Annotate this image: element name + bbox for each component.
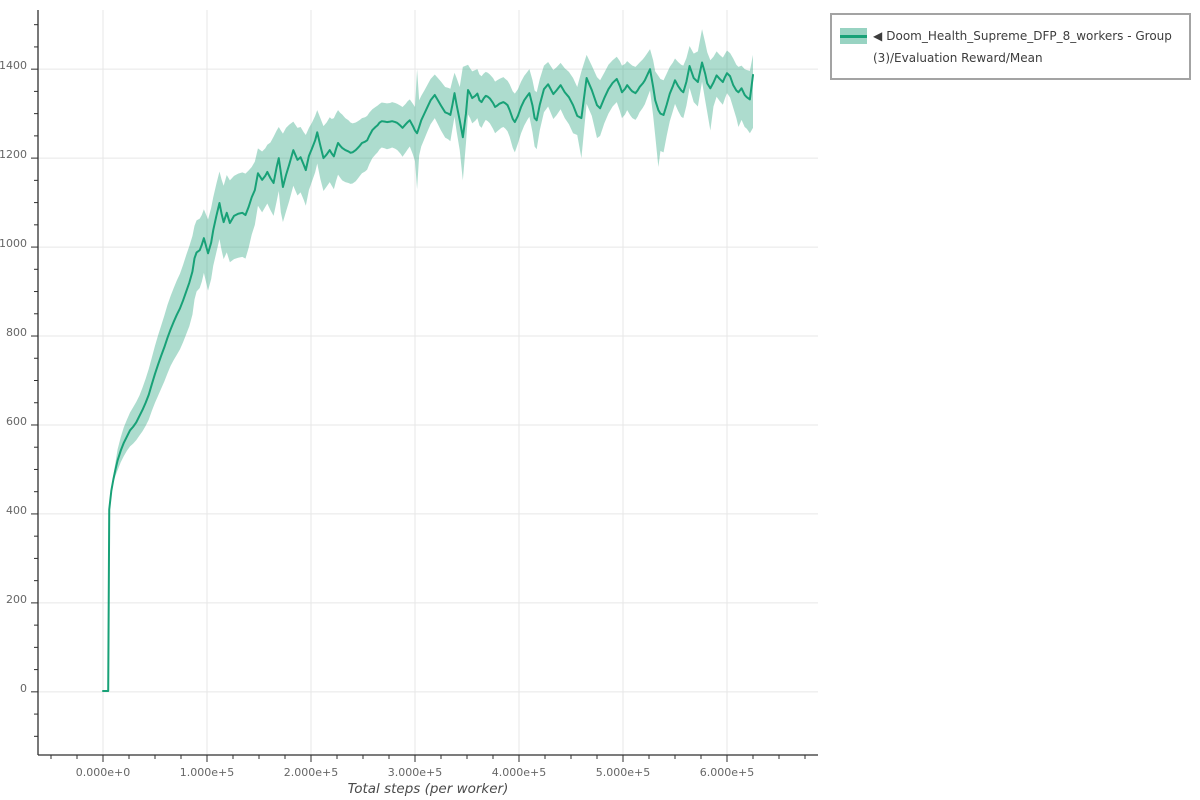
legend-swatch-line-icon	[840, 35, 867, 38]
svg-text:2.000e+5: 2.000e+5	[284, 766, 338, 779]
svg-text:4.000e+5: 4.000e+5	[492, 766, 546, 779]
svg-text:400: 400	[6, 504, 27, 517]
legend-series-name: Doom_Health_Supreme_DFP_8_workers - Grou…	[873, 29, 1172, 65]
chart-page: 0.000e+0 1.000e+5 2.000e+5 3.000e+5 4.000e+5…	[0, 0, 1200, 800]
svg-text:6.000e+5: 6.000e+5	[700, 766, 754, 779]
svg-text:5.000e+5: 5.000e+5	[596, 766, 650, 779]
svg-text:3.000e+5: 3.000e+5	[388, 766, 442, 779]
svg-text:1000: 1000	[0, 237, 27, 250]
legend-series-swatch	[840, 28, 867, 44]
svg-text:1400: 1400	[0, 59, 27, 72]
x-axis-label: Total steps (per worker)	[348, 781, 509, 797]
legend-toggle-icon[interactable]: ◀	[873, 29, 882, 43]
legend-series-label[interactable]: ◀Doom_Health_Supreme_DFP_8_workers - Gro…	[873, 25, 1181, 69]
legend: ◀Doom_Health_Supreme_DFP_8_workers - Gro…	[830, 13, 1191, 80]
svg-text:200: 200	[6, 593, 27, 606]
reward-mean-chart: 0.000e+0 1.000e+5 2.000e+5 3.000e+5 4.000e+5…	[0, 0, 1200, 800]
svg-text:600: 600	[6, 415, 27, 428]
svg-text:1200: 1200	[0, 148, 27, 161]
svg-text:800: 800	[6, 326, 27, 339]
svg-text:1.000e+5: 1.000e+5	[180, 766, 234, 779]
svg-text:0.000e+0: 0.000e+0	[76, 766, 130, 779]
svg-text:0: 0	[20, 682, 27, 695]
